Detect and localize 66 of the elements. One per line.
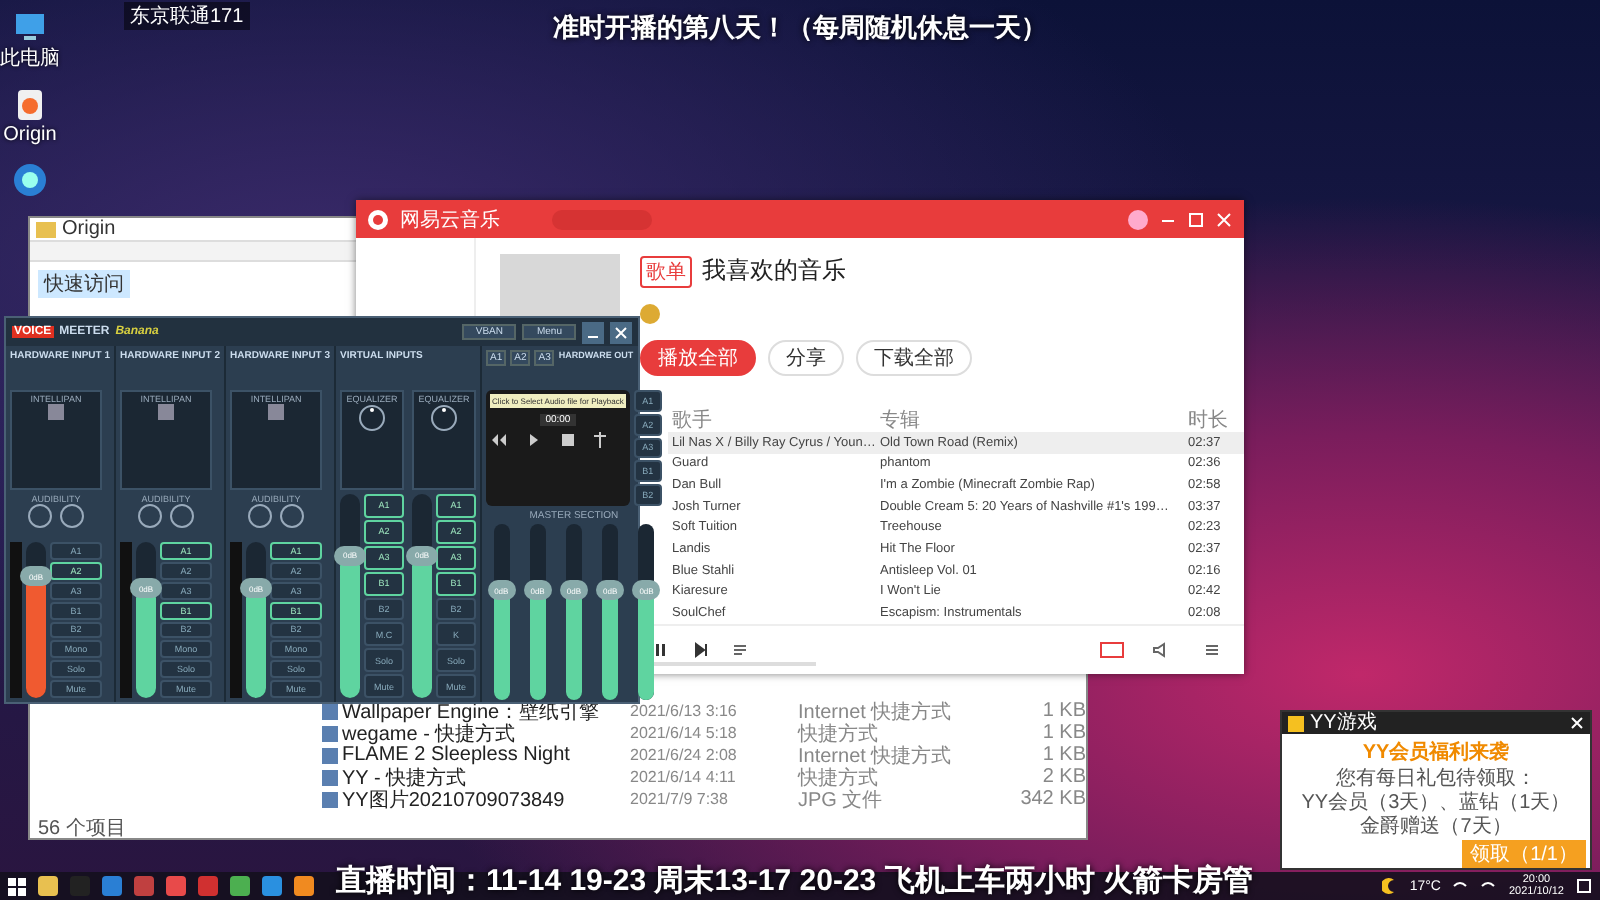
- pause-icon[interactable]: [652, 641, 668, 658]
- knob-icon[interactable]: [60, 504, 84, 528]
- item-count: 56 个项目: [36, 816, 128, 838]
- weather-icon: [1381, 878, 1398, 894]
- popup-text: 金爵赠送（7天）: [1360, 816, 1512, 838]
- close-icon[interactable]: [610, 321, 632, 343]
- knob-icon[interactable]: [280, 504, 305, 528]
- app-name: 网易云音乐: [400, 207, 500, 233]
- popup-app-name: YY游戏: [1310, 712, 1377, 734]
- file-type: JPG 文件: [798, 787, 885, 813]
- file-date: 2021/6/13 3:16: [630, 702, 739, 720]
- maximize-icon[interactable]: [1188, 211, 1204, 227]
- schedule-caption: 直播时间：11-14 19-23 周末13-17 20-23 飞机上车两小时 火箭卡房管: [336, 864, 1253, 900]
- playlist-title: 我喜欢的音乐: [702, 254, 846, 288]
- stream-caption: 准时开播的第八天！（每周随机休息一天）: [553, 10, 1047, 46]
- column-header: 专辑: [880, 407, 922, 435]
- computer-icon[interactable]: [12, 8, 48, 42]
- next-icon[interactable]: [692, 641, 708, 658]
- file-name[interactable]: YY - 快捷方式: [342, 763, 467, 791]
- knob-icon[interactable]: [28, 504, 52, 528]
- app-icon: [1288, 715, 1304, 731]
- play-all-button[interactable]: 播放全部: [640, 340, 756, 376]
- column-header: 歌手: [670, 407, 714, 435]
- playlist-icon[interactable]: [732, 641, 748, 658]
- popup-heading: YY会员福利来袭: [1362, 738, 1510, 766]
- file-size: 342 KB: [1018, 788, 1086, 810]
- file-type: 快捷方式: [798, 764, 878, 789]
- desktop-icon-label[interactable]: Origin: [3, 124, 57, 146]
- folder-icon: [36, 221, 56, 237]
- quick-access-item[interactable]: 快速访问: [38, 270, 130, 298]
- popup-text: YY会员（3天）、蓝钻（1天）: [1301, 792, 1571, 814]
- windows-start-icon[interactable]: [8, 877, 26, 895]
- file-name[interactable]: YY图片20210709073849: [342, 785, 565, 813]
- file-size: 1 KB: [1040, 700, 1086, 722]
- file-date: 2021/7/9 7:38: [630, 790, 730, 808]
- folder-path: Origin: [62, 218, 116, 240]
- file-size: 2 KB: [1040, 766, 1086, 788]
- column-header: 时长: [1188, 407, 1230, 435]
- app-icon[interactable]: [12, 162, 48, 198]
- playlist-tag: 歌单: [640, 255, 692, 287]
- file-size: 1 KB: [1040, 722, 1086, 744]
- file-date: 2021/6/14 4:11: [630, 768, 738, 786]
- knob-icon[interactable]: [358, 404, 387, 432]
- transport-controls-icon[interactable]: [490, 432, 611, 448]
- close-icon[interactable]: [1570, 716, 1584, 730]
- knob-icon[interactable]: [430, 404, 459, 432]
- lyrics-icon[interactable]: [1100, 641, 1124, 658]
- file-type: Internet 快捷方式: [798, 699, 954, 723]
- action-button[interactable]: 分享: [768, 340, 844, 376]
- file-name[interactable]: FLAME 2 Sleepless Night: [342, 744, 570, 766]
- app-icon[interactable]: [12, 88, 48, 122]
- file-type: 快捷方式: [798, 720, 878, 745]
- file-size: 1 KB: [1040, 744, 1086, 766]
- knob-icon[interactable]: [248, 504, 273, 528]
- app-logo-icon: [368, 209, 388, 229]
- file-date: 2021/6/14 5:18: [630, 724, 739, 742]
- minimize-icon[interactable]: [582, 321, 604, 343]
- knob-icon[interactable]: [170, 504, 195, 528]
- file-date: 2021/6/24 2:08: [630, 746, 739, 764]
- channel-label: 东京联通171: [124, 2, 250, 30]
- notification-icon[interactable]: [1576, 878, 1592, 894]
- action-button[interactable]: 下载全部: [856, 340, 972, 376]
- popup-text: 您有每日礼包待领取：: [1336, 768, 1536, 790]
- file-type: Internet 快捷方式: [798, 742, 954, 767]
- desktop-icon-label[interactable]: 此电脑: [0, 44, 60, 72]
- knob-icon[interactable]: [138, 504, 163, 528]
